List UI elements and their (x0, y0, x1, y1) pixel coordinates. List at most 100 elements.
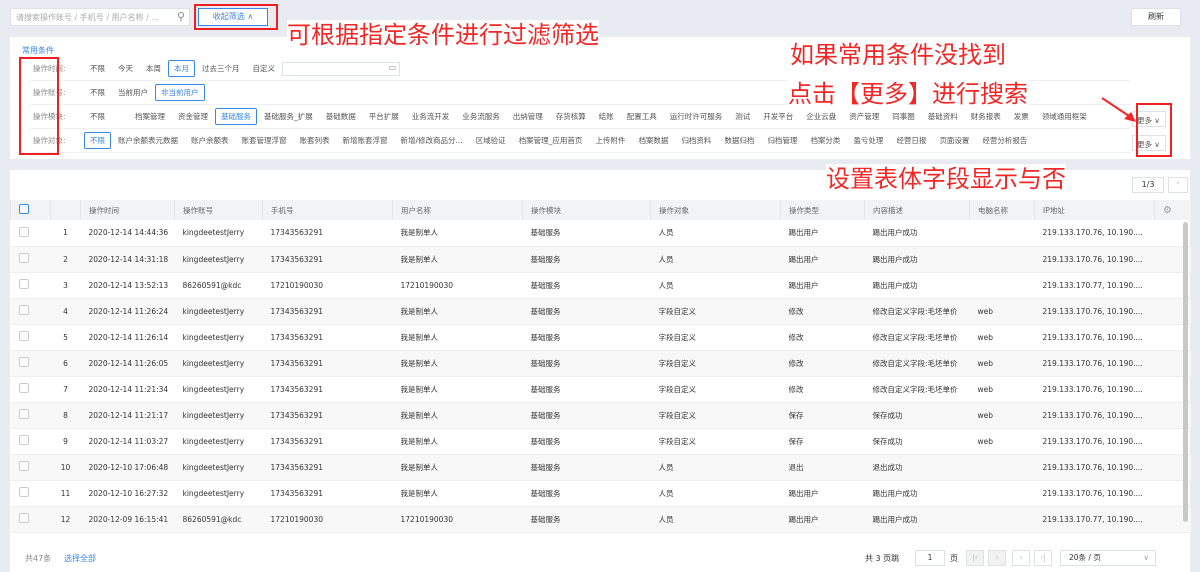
filter-option[interactable]: 档案管理_应用首页 (513, 132, 589, 149)
filter-option[interactable]: 经营分析报告 (976, 132, 1033, 149)
row-checkbox[interactable] (18, 305, 29, 315)
filter-option[interactable]: 测试 (729, 108, 756, 125)
filter-option[interactable]: 今天 (112, 60, 139, 77)
filter-option[interactable]: 不限 (84, 132, 111, 149)
custom-date-input[interactable]: ▭ (282, 61, 400, 76)
filter-option[interactable]: 不限 (84, 84, 111, 101)
row-checkbox-cell[interactable] (10, 298, 51, 325)
filter-option[interactable]: 新增账套浮窗 (337, 132, 394, 149)
row-checkbox-cell[interactable] (10, 454, 51, 481)
row-checkbox-cell[interactable] (10, 376, 51, 403)
row-checkbox[interactable] (18, 409, 29, 419)
table-row[interactable]: 7 2020-12-14 11:21:34 kingdeetestJerry 1734… (10, 376, 1191, 403)
row-checkbox-cell[interactable] (10, 506, 51, 533)
table-row[interactable]: 5 2020-12-14 11:26:14 kingdeetestJerry 1734… (10, 324, 1191, 351)
search-icon[interactable]: ⚲ (177, 10, 185, 23)
row-checkbox-cell[interactable] (10, 324, 51, 351)
filter-option[interactable]: 上传附件 (589, 132, 631, 149)
filter-option[interactable]: 不限 (84, 108, 111, 125)
filter-option[interactable]: 经营日报 (890, 132, 932, 149)
filter-option[interactable]: 页面设置 (933, 132, 975, 149)
filter-option[interactable]: 基础数据 (320, 108, 362, 125)
filter-option[interactable]: 开发平台 (757, 108, 799, 125)
row-checkbox-cell[interactable] (10, 246, 51, 273)
filter-option[interactable]: 出纳管理 (507, 108, 549, 125)
select-all-checkbox[interactable] (19, 204, 29, 214)
filter-option[interactable]: 业务流服务 (456, 108, 506, 125)
table-row[interactable]: 11 2020-12-10 16:27:32 kingdeetestJerry 173… (10, 480, 1191, 507)
filter-option[interactable]: 账户余额表元数据 (112, 132, 184, 149)
filter-option[interactable]: 账套管理浮窗 (236, 132, 293, 149)
filter-option[interactable]: 配置工具 (621, 108, 663, 125)
row-checkbox[interactable] (18, 226, 29, 237)
last-page-button[interactable]: ›| (1034, 550, 1052, 566)
row-checkbox-cell[interactable] (10, 402, 51, 429)
filter-option[interactable]: 不限 (84, 60, 111, 77)
row-checkbox[interactable] (18, 383, 29, 393)
row-checkbox-cell[interactable] (10, 428, 51, 455)
filter-option[interactable]: 运行时许可服务 (664, 108, 729, 125)
table-row[interactable]: 6 2020-12-14 11:26:05 kingdeetestJerry 1734… (10, 350, 1191, 377)
filter-option[interactable]: 档案分类 (804, 132, 846, 149)
filter-option[interactable]: 非当前用户 (155, 84, 205, 101)
search-input[interactable]: 请搜索操作账号 / 手机号 / 用户名称 / ... ⚲ (10, 8, 190, 26)
row-checkbox-cell[interactable] (10, 220, 51, 247)
table-row[interactable]: 8 2020-12-14 11:21:17 kingdeetestJerry 1734… (10, 402, 1191, 429)
filter-option[interactable]: 本月 (168, 60, 195, 77)
scrollbar[interactable] (1183, 222, 1188, 522)
filter-option[interactable]: 档案管理 (129, 108, 171, 125)
prev-page-button[interactable]: ‹ (988, 550, 1006, 566)
row-checkbox[interactable] (18, 487, 29, 497)
filter-option[interactable]: 当前用户 (112, 84, 154, 101)
filter-option[interactable]: 资产管理 (843, 108, 885, 125)
page-input[interactable]: 1 (915, 550, 945, 566)
table-row[interactable]: 2 2020-12-14 14:31:18 kingdeetestJerry 1734… (10, 246, 1191, 273)
filter-option[interactable]: 财务报表 (965, 108, 1007, 125)
filter-option[interactable]: 账户余额表 (185, 132, 235, 149)
select-all-link[interactable]: 选择全部 (64, 553, 96, 564)
first-page-button[interactable]: |‹ (966, 550, 984, 566)
column-header[interactable] (10, 200, 51, 220)
row-checkbox[interactable] (18, 357, 29, 367)
filter-option[interactable]: 基础资料 (922, 108, 964, 125)
filter-option[interactable]: 数据归档 (718, 132, 760, 149)
filter-option[interactable]: 同事圈 (886, 108, 921, 125)
next-page-button[interactable]: › (1168, 177, 1188, 193)
filter-option[interactable]: 平台扩展 (363, 108, 405, 125)
filter-option[interactable]: 企业云盘 (800, 108, 842, 125)
filter-option[interactable]: 存货核算 (550, 108, 592, 125)
filter-option[interactable]: 归档资料 (675, 132, 717, 149)
table-row[interactable]: 12 2020-12-09 16:15:41 86260591@kdc 1721019… (10, 506, 1191, 533)
table-row[interactable]: 4 2020-12-14 11:26:24 kingdeetestJerry 1734… (10, 298, 1191, 325)
row-checkbox-cell[interactable] (10, 480, 51, 507)
filter-option[interactable]: 区域验证 (470, 132, 512, 149)
filter-option[interactable]: 领域通用框架 (1036, 108, 1093, 125)
table-row[interactable]: 3 2020-12-14 13:52:13 86260591@kdc 17210190… (10, 272, 1191, 299)
filter-option[interactable]: 资金管理 (172, 108, 214, 125)
filter-option[interactable]: 本周 (140, 60, 167, 77)
table-row[interactable]: 1 2020-12-14 14:44:36 kingdeetestJerry 1734… (10, 220, 1191, 247)
refresh-button[interactable]: 刷新 (1131, 8, 1181, 26)
row-checkbox[interactable] (18, 253, 29, 263)
filter-option[interactable]: 发票 (1008, 108, 1035, 125)
filter-option[interactable]: 自定义 (247, 60, 282, 77)
filter-option[interactable]: 盈亏处理 (847, 132, 889, 149)
filter-option[interactable]: 归档管理 (761, 132, 803, 149)
filter-option[interactable]: 基础服务 (215, 108, 257, 125)
gear-icon[interactable]: ⚙ (1163, 205, 1172, 216)
filter-option[interactable]: 新增/修改商品分... (395, 132, 469, 149)
row-checkbox-cell[interactable] (10, 272, 51, 299)
row-checkbox[interactable] (18, 435, 29, 445)
filter-option[interactable]: 档案数据 (632, 132, 674, 149)
row-checkbox[interactable] (18, 513, 29, 523)
filter-option[interactable]: 过去三个月 (196, 60, 246, 77)
filter-option[interactable]: 基础服务_扩展 (258, 108, 319, 125)
filter-option[interactable]: 业务流开发 (406, 108, 456, 125)
row-checkbox[interactable] (18, 331, 29, 341)
row-checkbox[interactable] (18, 461, 29, 471)
row-checkbox[interactable] (18, 279, 29, 289)
row-checkbox-cell[interactable] (10, 350, 51, 377)
table-row[interactable]: 10 2020-12-10 17:06:48 kingdeetestJerry 173… (10, 454, 1191, 481)
column-settings[interactable]: ⚙ (1154, 200, 1191, 220)
filter-option[interactable]: 结账 (593, 108, 620, 125)
